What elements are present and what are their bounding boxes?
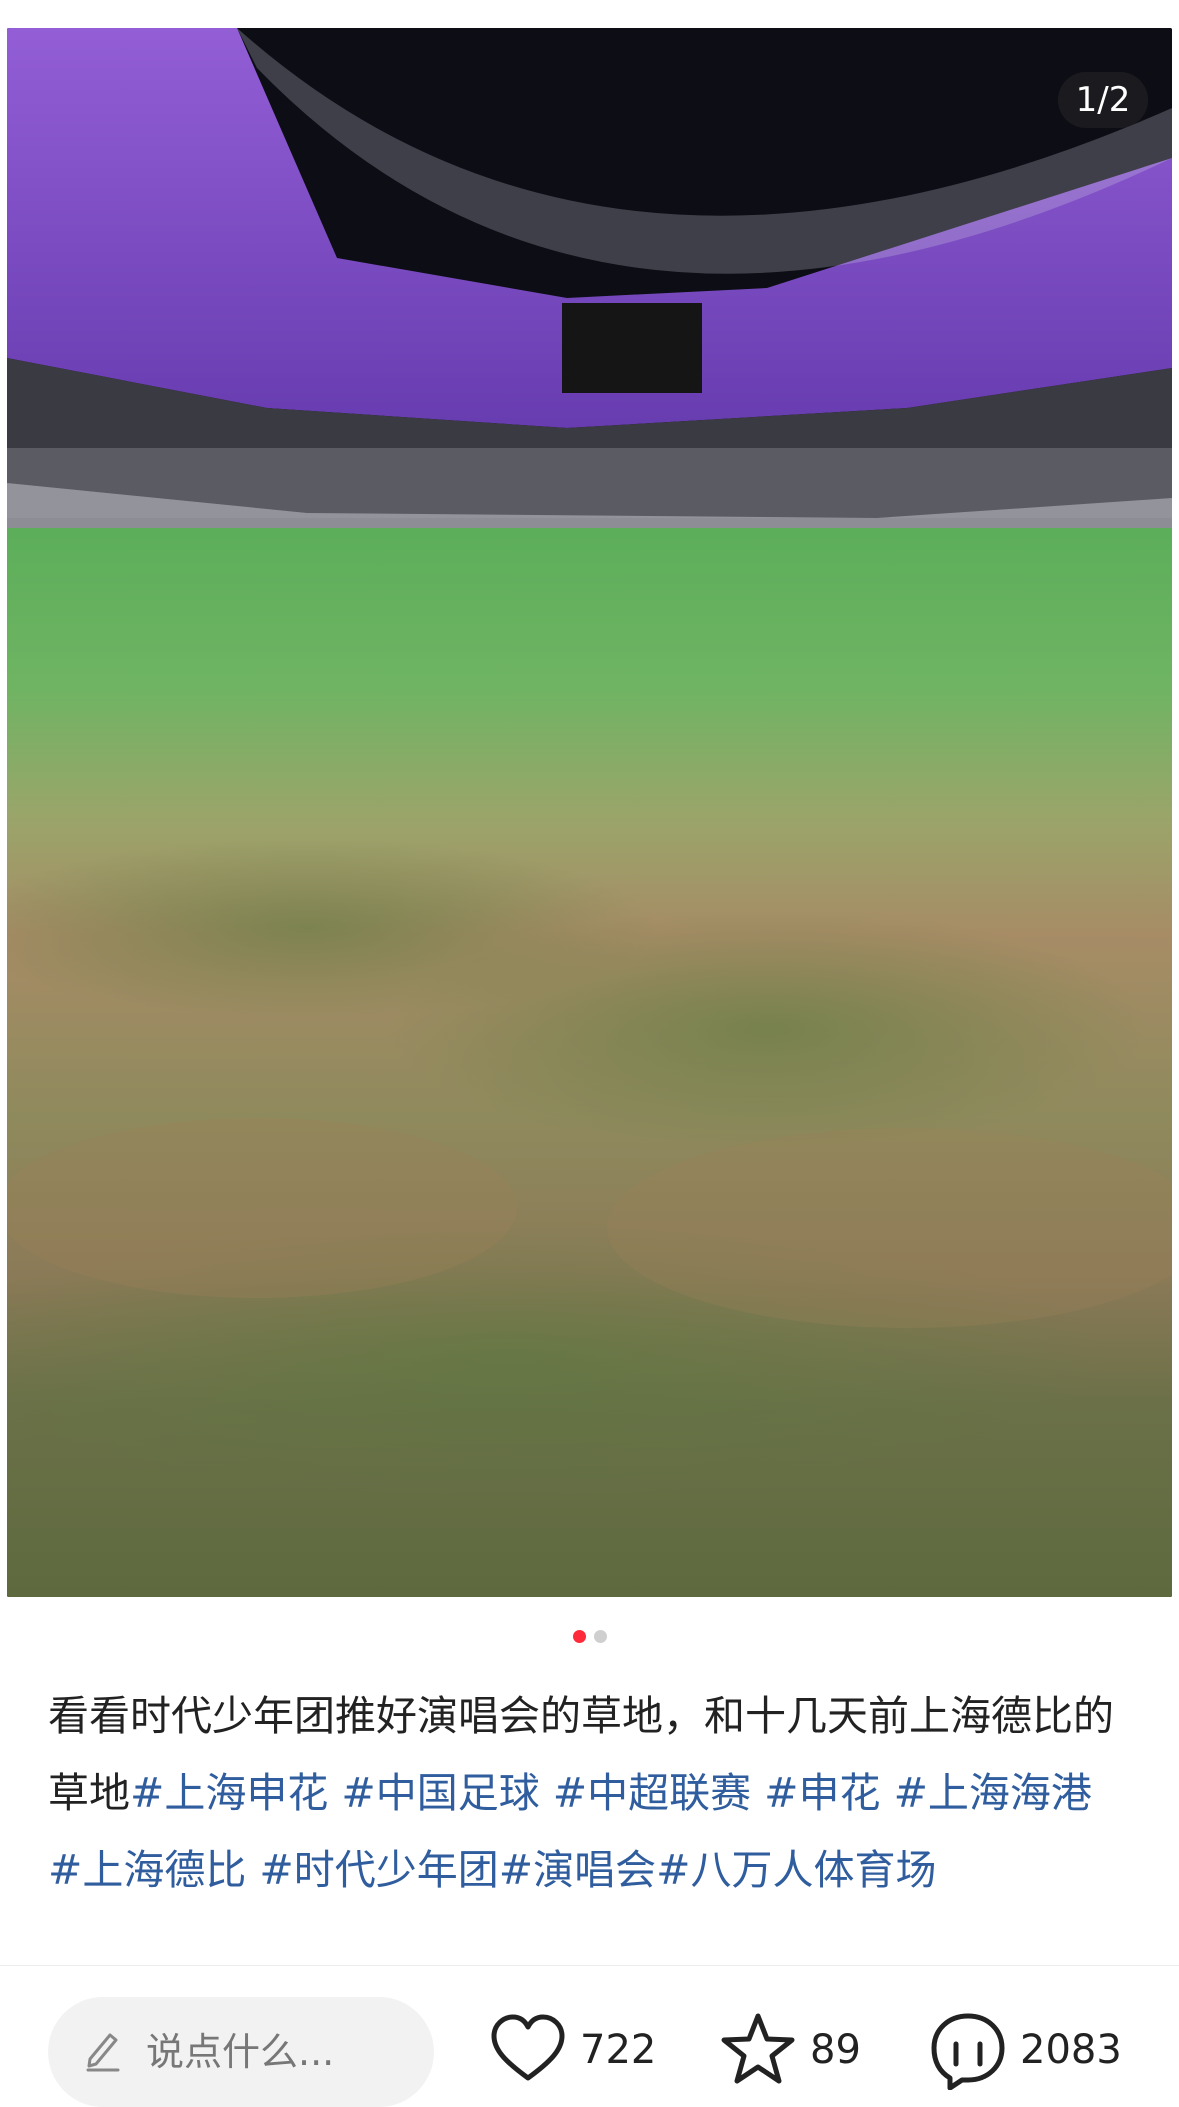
heart-icon [491, 2014, 565, 2081]
star-icon [721, 2013, 795, 2084]
hashtag-link[interactable]: #时代少年团 [259, 1846, 498, 1894]
like-button[interactable]: 722 [488, 2010, 658, 2090]
hashtag-link[interactable]: #上海德比 [48, 1846, 259, 1894]
hashtag-link[interactable]: #中国足球 [341, 1769, 552, 1817]
pagination-dot[interactable] [593, 1630, 607, 1643]
hashtag-link[interactable]: #上海申花 [130, 1769, 341, 1817]
comment-button[interactable]: 2083 [928, 2010, 1128, 2090]
stadium-pitch-image [7, 28, 1172, 1597]
hashtag-link[interactable]: #演唱会 [499, 1846, 656, 1894]
comment-count: 2083 [1020, 2027, 1122, 2073]
comment-bubble-icon [931, 2013, 1005, 2090]
post-caption: 看看时代少年团推好演唱会的草地，和十几天前上海德比的草地#上海申花 #中国足球 … [48, 1678, 1128, 1909]
hashtag-link[interactable]: #申花 [764, 1769, 893, 1817]
hashtag-link[interactable]: #上海海港 [894, 1769, 1092, 1817]
favorite-button[interactable]: 89 [718, 2010, 868, 2090]
carousel-pagination [0, 1628, 1179, 1644]
post-photo[interactable]: 1/2 [7, 28, 1172, 1597]
comment-input[interactable]: 说点什么... [48, 1997, 434, 2107]
hashtag-link[interactable]: #八万人体育场 [656, 1846, 936, 1894]
favorite-count: 89 [810, 2027, 861, 2073]
pencil-icon [86, 2033, 120, 2072]
image-counter: 1/2 [1058, 72, 1148, 128]
divider [0, 1965, 1179, 1966]
hashtag-link[interactable]: #中超联赛 [553, 1769, 764, 1817]
like-count: 722 [580, 2027, 657, 2073]
comment-placeholder: 说点什么... [146, 2030, 335, 2074]
pagination-dot-active[interactable] [572, 1630, 586, 1643]
